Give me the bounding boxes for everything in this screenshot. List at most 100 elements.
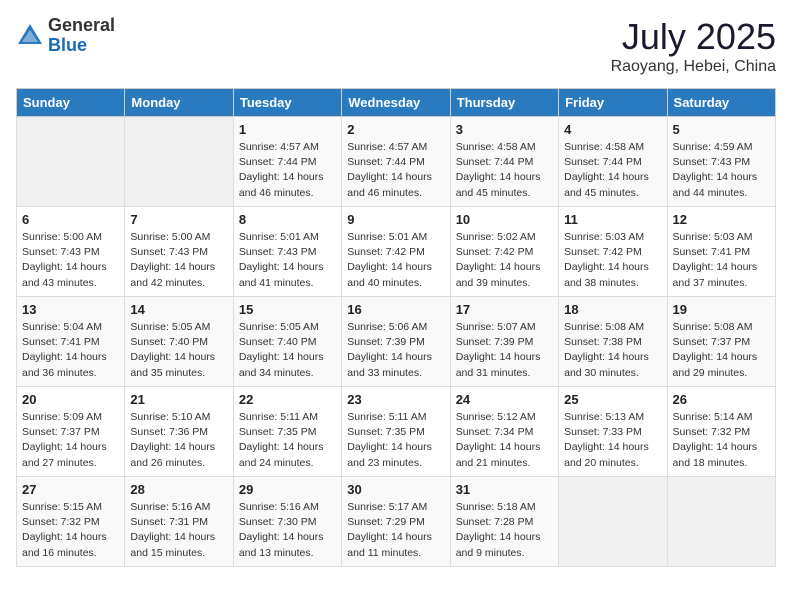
- cell-content: Sunrise: 5:01 AM Sunset: 7:43 PM Dayligh…: [239, 230, 336, 291]
- calendar-cell: 29 Sunrise: 5:16 AM Sunset: 7:30 PM Dayl…: [233, 477, 341, 567]
- daylight-text: Daylight: 14 hours and 24 minutes.: [239, 441, 324, 468]
- sunrise-text: Sunrise: 5:11 AM: [239, 411, 318, 423]
- calendar-cell: 11 Sunrise: 5:03 AM Sunset: 7:42 PM Dayl…: [559, 207, 667, 297]
- calendar-cell: 16 Sunrise: 5:06 AM Sunset: 7:39 PM Dayl…: [342, 297, 450, 387]
- calendar-cell: 15 Sunrise: 5:05 AM Sunset: 7:40 PM Dayl…: [233, 297, 341, 387]
- page-header: General Blue July 2025 Raoyang, Hebei, C…: [16, 16, 776, 76]
- sunrise-text: Sunrise: 5:01 AM: [239, 231, 319, 243]
- cell-content: Sunrise: 5:04 AM Sunset: 7:41 PM Dayligh…: [22, 320, 119, 381]
- day-number: 30: [347, 482, 444, 497]
- daylight-text: Daylight: 14 hours and 18 minutes.: [673, 441, 758, 468]
- daylight-text: Daylight: 14 hours and 45 minutes.: [456, 171, 541, 198]
- cell-content: Sunrise: 5:05 AM Sunset: 7:40 PM Dayligh…: [130, 320, 227, 381]
- calendar-cell: 4 Sunrise: 4:58 AM Sunset: 7:44 PM Dayli…: [559, 117, 667, 207]
- sunset-text: Sunset: 7:38 PM: [564, 336, 642, 348]
- calendar-cell: 14 Sunrise: 5:05 AM Sunset: 7:40 PM Dayl…: [125, 297, 233, 387]
- sunset-text: Sunset: 7:37 PM: [673, 336, 751, 348]
- cell-content: Sunrise: 5:16 AM Sunset: 7:31 PM Dayligh…: [130, 500, 227, 561]
- cell-content: Sunrise: 5:15 AM Sunset: 7:32 PM Dayligh…: [22, 500, 119, 561]
- cell-content: Sunrise: 4:57 AM Sunset: 7:44 PM Dayligh…: [347, 140, 444, 201]
- daylight-text: Daylight: 14 hours and 11 minutes.: [347, 531, 432, 558]
- month-title: July 2025: [611, 16, 776, 58]
- day-number: 8: [239, 212, 336, 227]
- day-number: 7: [130, 212, 227, 227]
- daylight-text: Daylight: 14 hours and 31 minutes.: [456, 351, 541, 378]
- calendar-cell: [559, 477, 667, 567]
- header-cell-thursday: Thursday: [450, 89, 558, 117]
- header-cell-saturday: Saturday: [667, 89, 775, 117]
- sunset-text: Sunset: 7:41 PM: [22, 336, 100, 348]
- sunrise-text: Sunrise: 5:03 AM: [564, 231, 644, 243]
- day-number: 27: [22, 482, 119, 497]
- sunrise-text: Sunrise: 5:01 AM: [347, 231, 427, 243]
- cell-content: Sunrise: 5:06 AM Sunset: 7:39 PM Dayligh…: [347, 320, 444, 381]
- sunrise-text: Sunrise: 4:57 AM: [239, 141, 319, 153]
- day-number: 3: [456, 122, 553, 137]
- calendar-cell: 25 Sunrise: 5:13 AM Sunset: 7:33 PM Dayl…: [559, 387, 667, 477]
- cell-content: Sunrise: 5:10 AM Sunset: 7:36 PM Dayligh…: [130, 410, 227, 471]
- daylight-text: Daylight: 14 hours and 44 minutes.: [673, 171, 758, 198]
- cell-content: Sunrise: 5:08 AM Sunset: 7:37 PM Dayligh…: [673, 320, 770, 381]
- cell-content: Sunrise: 5:00 AM Sunset: 7:43 PM Dayligh…: [130, 230, 227, 291]
- calendar-cell: 17 Sunrise: 5:07 AM Sunset: 7:39 PM Dayl…: [450, 297, 558, 387]
- calendar-cell: 7 Sunrise: 5:00 AM Sunset: 7:43 PM Dayli…: [125, 207, 233, 297]
- day-number: 20: [22, 392, 119, 407]
- sunrise-text: Sunrise: 4:58 AM: [456, 141, 536, 153]
- header-cell-monday: Monday: [125, 89, 233, 117]
- sunset-text: Sunset: 7:40 PM: [239, 336, 317, 348]
- day-number: 1: [239, 122, 336, 137]
- sunrise-text: Sunrise: 5:08 AM: [564, 321, 644, 333]
- calendar-header-row: SundayMondayTuesdayWednesdayThursdayFrid…: [17, 89, 776, 117]
- calendar-week-row: 27 Sunrise: 5:15 AM Sunset: 7:32 PM Dayl…: [17, 477, 776, 567]
- daylight-text: Daylight: 14 hours and 46 minutes.: [239, 171, 324, 198]
- calendar-cell: 28 Sunrise: 5:16 AM Sunset: 7:31 PM Dayl…: [125, 477, 233, 567]
- cell-content: Sunrise: 5:16 AM Sunset: 7:30 PM Dayligh…: [239, 500, 336, 561]
- calendar-cell: 18 Sunrise: 5:08 AM Sunset: 7:38 PM Dayl…: [559, 297, 667, 387]
- daylight-text: Daylight: 14 hours and 23 minutes.: [347, 441, 432, 468]
- cell-content: Sunrise: 5:00 AM Sunset: 7:43 PM Dayligh…: [22, 230, 119, 291]
- sunrise-text: Sunrise: 5:04 AM: [22, 321, 102, 333]
- calendar-week-row: 13 Sunrise: 5:04 AM Sunset: 7:41 PM Dayl…: [17, 297, 776, 387]
- calendar-cell: 8 Sunrise: 5:01 AM Sunset: 7:43 PM Dayli…: [233, 207, 341, 297]
- daylight-text: Daylight: 14 hours and 36 minutes.: [22, 351, 107, 378]
- cell-content: Sunrise: 5:02 AM Sunset: 7:42 PM Dayligh…: [456, 230, 553, 291]
- daylight-text: Daylight: 14 hours and 46 minutes.: [347, 171, 432, 198]
- calendar-week-row: 20 Sunrise: 5:09 AM Sunset: 7:37 PM Dayl…: [17, 387, 776, 477]
- daylight-text: Daylight: 14 hours and 15 minutes.: [130, 531, 215, 558]
- daylight-text: Daylight: 14 hours and 13 minutes.: [239, 531, 324, 558]
- daylight-text: Daylight: 14 hours and 26 minutes.: [130, 441, 215, 468]
- sunrise-text: Sunrise: 5:14 AM: [673, 411, 753, 423]
- daylight-text: Daylight: 14 hours and 45 minutes.: [564, 171, 649, 198]
- calendar-body: 1 Sunrise: 4:57 AM Sunset: 7:44 PM Dayli…: [17, 117, 776, 567]
- sunrise-text: Sunrise: 5:05 AM: [239, 321, 319, 333]
- day-number: 13: [22, 302, 119, 317]
- daylight-text: Daylight: 14 hours and 38 minutes.: [564, 261, 649, 288]
- logo-icon: [16, 22, 44, 50]
- daylight-text: Daylight: 14 hours and 41 minutes.: [239, 261, 324, 288]
- cell-content: Sunrise: 5:17 AM Sunset: 7:29 PM Dayligh…: [347, 500, 444, 561]
- calendar-cell: 10 Sunrise: 5:02 AM Sunset: 7:42 PM Dayl…: [450, 207, 558, 297]
- sunset-text: Sunset: 7:43 PM: [22, 246, 100, 258]
- calendar-cell: 2 Sunrise: 4:57 AM Sunset: 7:44 PM Dayli…: [342, 117, 450, 207]
- daylight-text: Daylight: 14 hours and 21 minutes.: [456, 441, 541, 468]
- daylight-text: Daylight: 14 hours and 9 minutes.: [456, 531, 541, 558]
- sunset-text: Sunset: 7:33 PM: [564, 426, 642, 438]
- header-cell-wednesday: Wednesday: [342, 89, 450, 117]
- sunrise-text: Sunrise: 5:00 AM: [130, 231, 210, 243]
- cell-content: Sunrise: 4:58 AM Sunset: 7:44 PM Dayligh…: [456, 140, 553, 201]
- calendar-cell: 1 Sunrise: 4:57 AM Sunset: 7:44 PM Dayli…: [233, 117, 341, 207]
- sunset-text: Sunset: 7:35 PM: [239, 426, 317, 438]
- day-number: 22: [239, 392, 336, 407]
- calendar-cell: 21 Sunrise: 5:10 AM Sunset: 7:36 PM Dayl…: [125, 387, 233, 477]
- calendar-cell: 27 Sunrise: 5:15 AM Sunset: 7:32 PM Dayl…: [17, 477, 125, 567]
- header-cell-tuesday: Tuesday: [233, 89, 341, 117]
- day-number: 21: [130, 392, 227, 407]
- logo-general: General: [48, 16, 115, 36]
- sunrise-text: Sunrise: 5:16 AM: [130, 501, 210, 513]
- day-number: 24: [456, 392, 553, 407]
- cell-content: Sunrise: 5:12 AM Sunset: 7:34 PM Dayligh…: [456, 410, 553, 471]
- sunset-text: Sunset: 7:28 PM: [456, 516, 534, 528]
- calendar-cell: 20 Sunrise: 5:09 AM Sunset: 7:37 PM Dayl…: [17, 387, 125, 477]
- calendar-cell: 30 Sunrise: 5:17 AM Sunset: 7:29 PM Dayl…: [342, 477, 450, 567]
- sunrise-text: Sunrise: 5:13 AM: [564, 411, 644, 423]
